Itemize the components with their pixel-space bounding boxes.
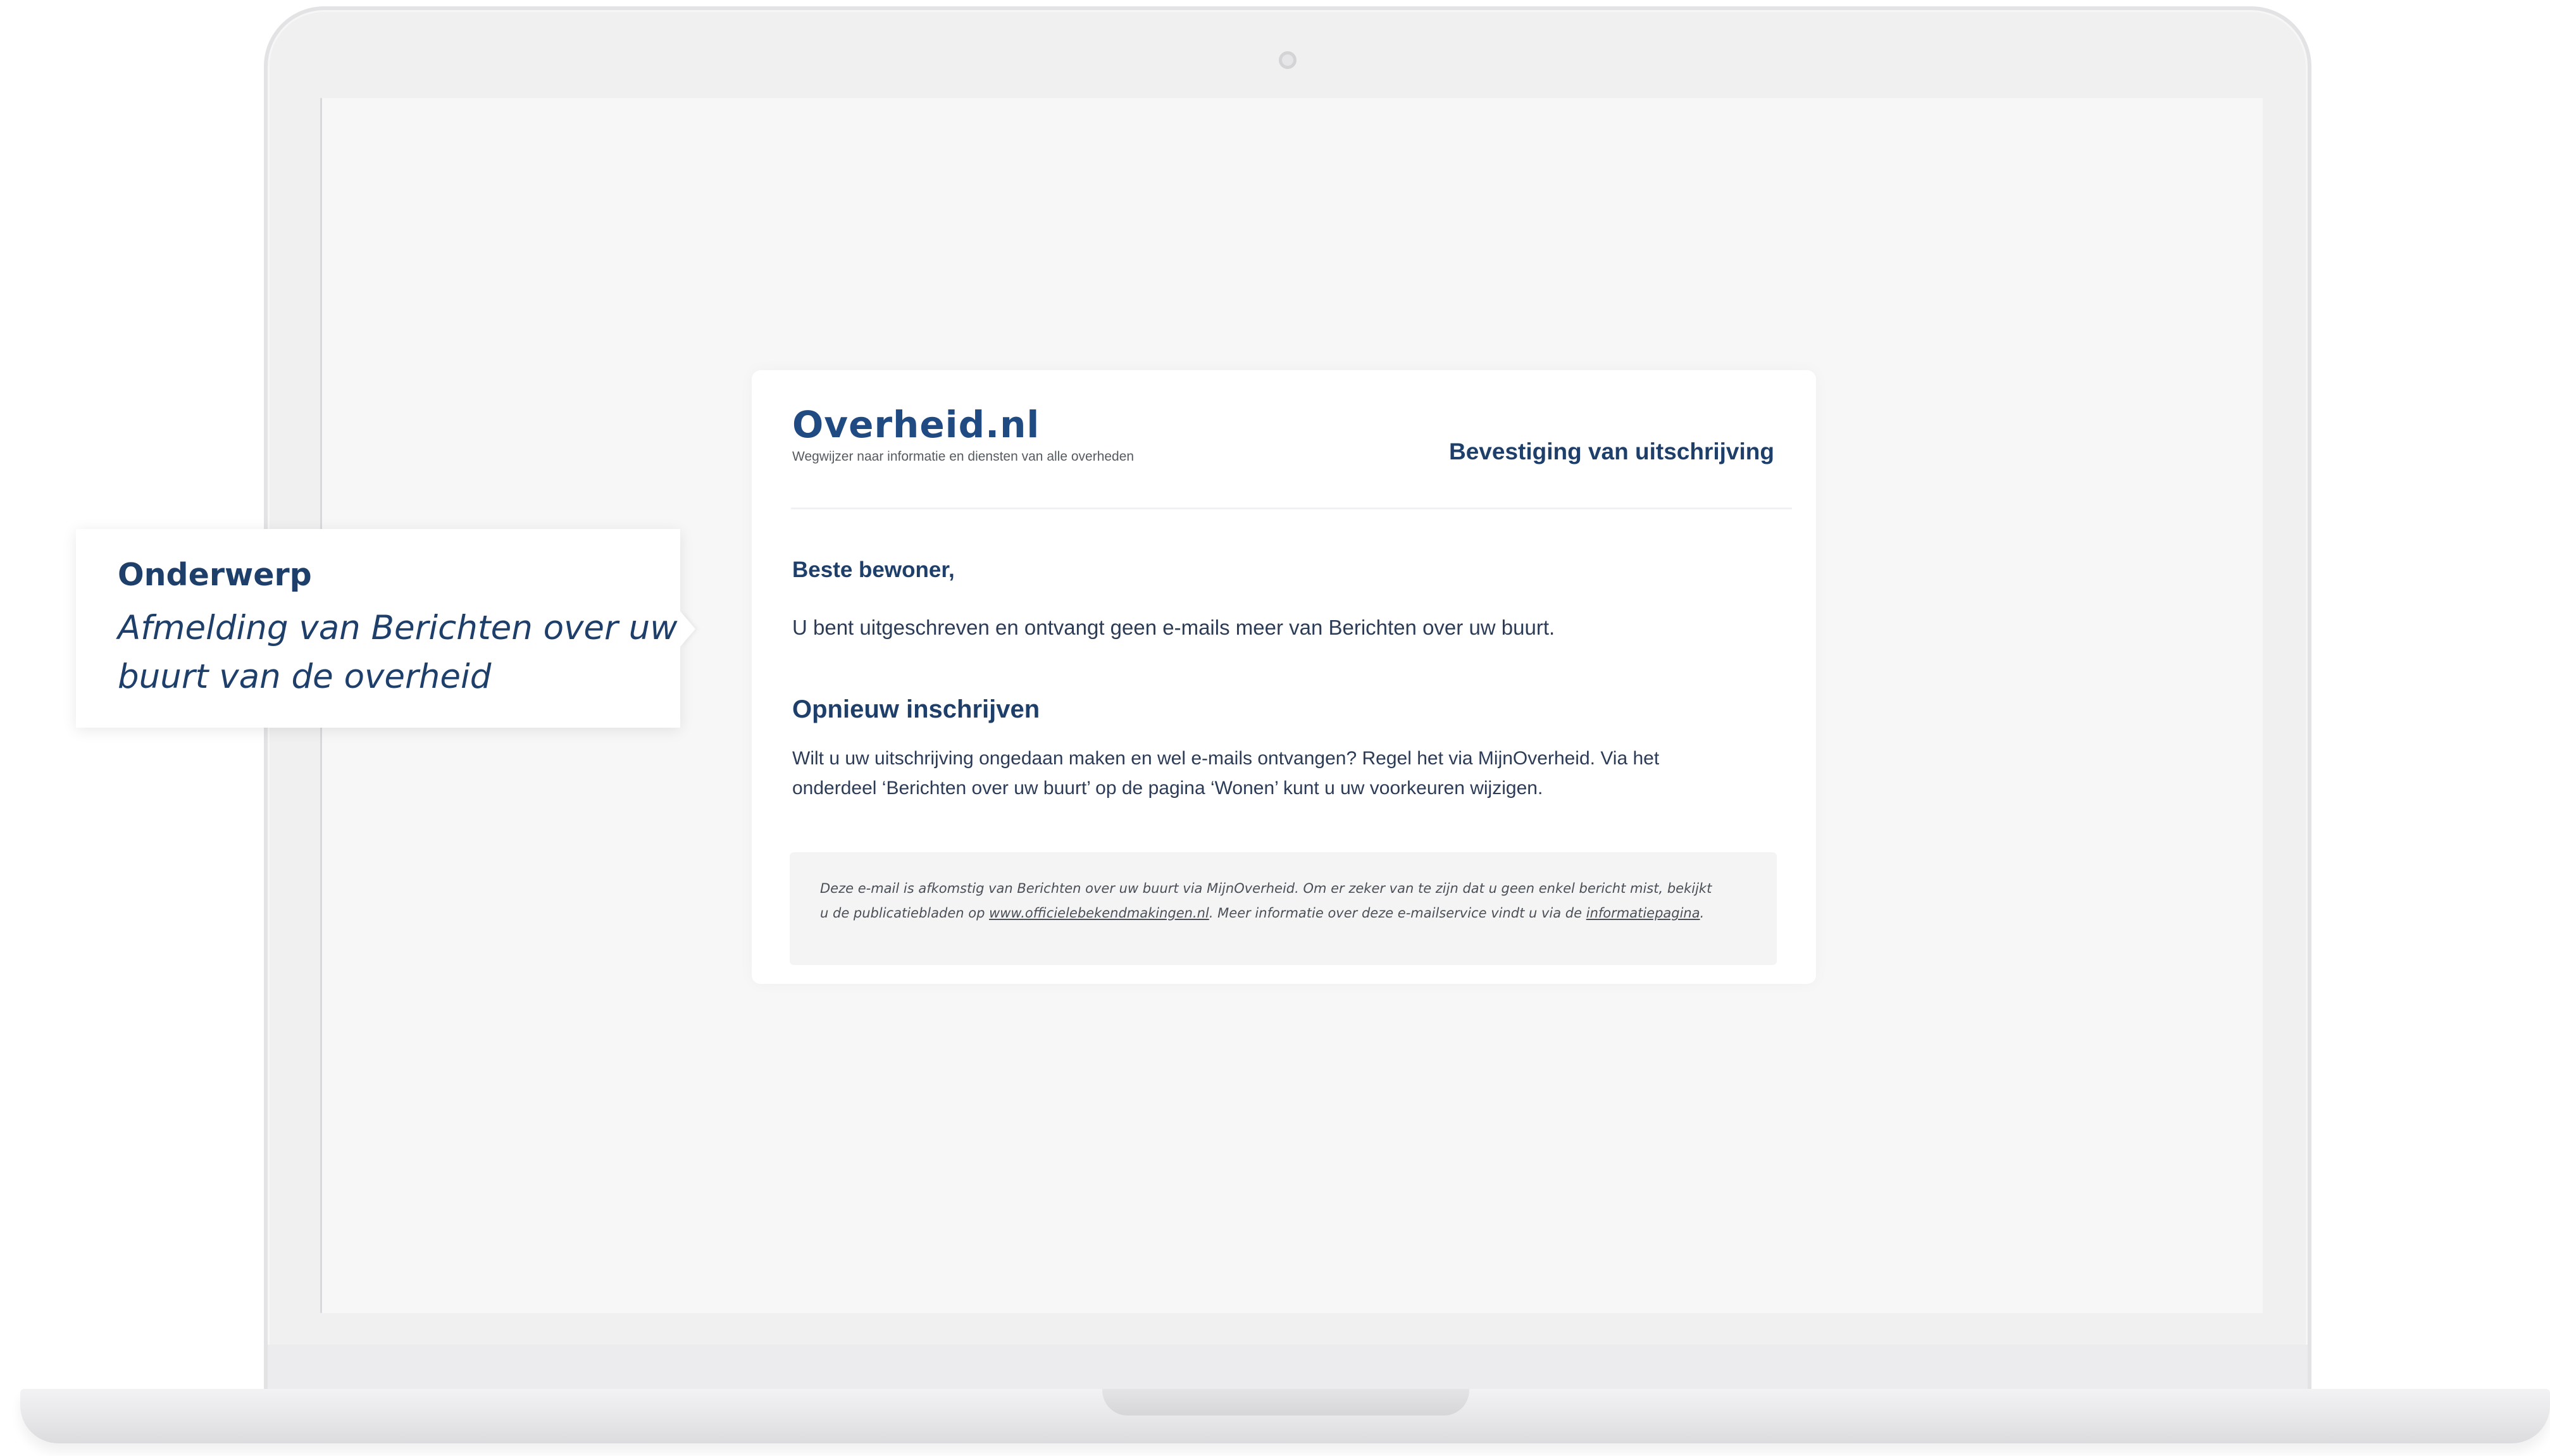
subject-label: Onderwerp — [118, 557, 312, 593]
callout-pointer — [680, 611, 695, 647]
subject-value: Afmelding van Berichten over uw buurt va… — [118, 604, 678, 701]
footer-text-segment: . Meer informatie over deze e-mailservic… — [1209, 905, 1586, 921]
paragraph-line: Wilt u uw uitschrijving ongedaan maken e… — [792, 748, 1660, 769]
officielebekendmakingen-link[interactable]: www.officielebekendmakingen.nl — [989, 905, 1209, 921]
logo-tagline: Wegwijzer naar informatie en diensten va… — [792, 449, 1135, 464]
header-divider — [791, 507, 1792, 509]
paragraph-line: onderdeel ‘Berichten over uw buurt’ op d… — [792, 778, 1543, 799]
email-paragraph-resubscribe: Wilt u uw uitschrijving ongedaan maken e… — [792, 744, 1741, 803]
mockup-stage: Overheid.nl Wegwijzer naar informatie en… — [0, 0, 2550, 1456]
laptop-base-notch — [1102, 1389, 1469, 1416]
footer-text-segment: u de publicatiebladen op — [820, 905, 990, 921]
footer-text-segment: . — [1700, 905, 1705, 921]
section-title-resubscribe: Opnieuw inschrijven — [792, 695, 1040, 723]
webcam-icon — [1279, 51, 1297, 69]
email-greeting: Beste bewoner, — [792, 557, 955, 582]
logo-text: Overheid.nl — [792, 403, 1040, 446]
email-header-title: Bevestiging van uitschrijving — [1448, 439, 1774, 464]
informatiepagina-link[interactable]: informatiepagina — [1586, 905, 1700, 921]
footer-line: Deze e-mail is afkomstig van Berichten o… — [820, 881, 1712, 896]
subject-value-line: buurt van de overheid — [118, 657, 492, 696]
email-footer: Deze e-mail is afkomstig van Berichten o… — [790, 852, 1777, 965]
subject-value-line: Afmelding van Berichten over uw — [118, 609, 678, 647]
subject-callout: Onderwerp Afmelding van Berichten over u… — [76, 529, 695, 728]
email-message: Overheid.nl Wegwijzer naar informatie en… — [752, 370, 1816, 984]
overheid-logo[interactable]: Overheid.nl — [792, 403, 1040, 446]
footer-line: u de publicatiebladen op www.officielebe… — [820, 901, 1757, 926]
email-paragraph-unsubscribed: U bent uitgeschreven en ontvangt geen e-… — [792, 616, 1555, 639]
footer-text: Deze e-mail is afkomstig van Berichten o… — [820, 876, 1757, 926]
